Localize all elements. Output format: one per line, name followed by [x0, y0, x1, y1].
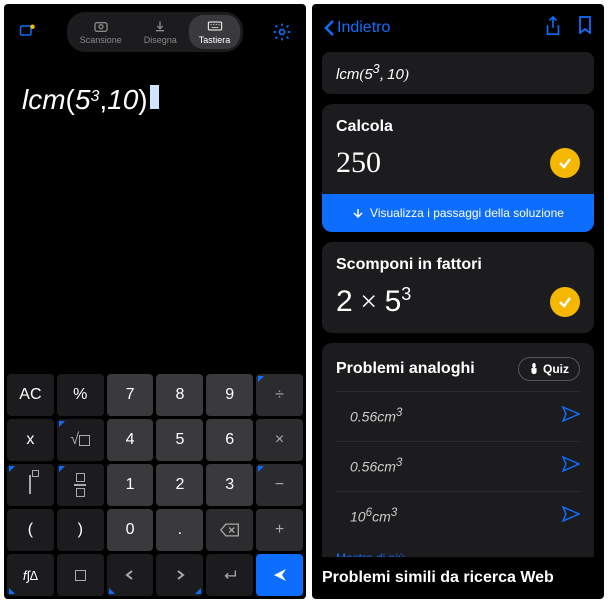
key-minus[interactable]: −	[256, 464, 303, 506]
key-7[interactable]: 7	[107, 374, 154, 416]
mode-tabs: Scansione Disegna Tastiera	[67, 12, 244, 52]
verified-badge[interactable]	[550, 148, 580, 178]
key-blank[interactable]	[57, 554, 104, 596]
key-right[interactable]	[156, 554, 203, 596]
nav-bar: Indietro	[312, 4, 604, 52]
tab-draw[interactable]: Disegna	[134, 15, 187, 49]
calcola-card: Calcola 250 Visualizza i passaggi della …	[322, 104, 594, 232]
content: lcm(53, 10) Calcola 250 Visualizza i pas…	[312, 52, 604, 557]
scomponi-card: Scomponi in fattori 2 × 53	[322, 242, 594, 333]
calcola-title: Calcola	[336, 118, 580, 136]
cursor	[150, 85, 159, 109]
keypad: AC % 7 8 9 ÷ x √ 4 5 6 × 1 2 3 − ( ) 0 .…	[4, 371, 306, 599]
problem-row-3[interactable]: 106cm3	[336, 491, 580, 541]
tab-keyboard[interactable]: Tastiera	[189, 15, 241, 49]
back-label: Indietro	[337, 19, 390, 37]
expr-func: lcm	[22, 84, 66, 116]
key-plus[interactable]: +	[256, 509, 303, 551]
settings-icon[interactable]	[272, 22, 292, 42]
key-submit[interactable]	[256, 554, 303, 596]
key-dot[interactable]: .	[156, 509, 203, 551]
tab-draw-label: Disegna	[144, 35, 177, 45]
steps-label: Visualizza i passaggi della soluzione	[370, 206, 564, 220]
verified-badge-2[interactable]	[550, 287, 580, 317]
key-1[interactable]: 1	[107, 464, 154, 506]
top-bar: Scansione Disegna Tastiera	[4, 4, 306, 60]
expression-input[interactable]: lcm(53, 10)	[4, 60, 306, 371]
result-screen: Indietro lcm(53, 10) Calcola 250 Visuali…	[312, 4, 604, 599]
key-power[interactable]	[7, 464, 54, 506]
key-5[interactable]: 5	[156, 419, 203, 461]
tab-scan-label: Scansione	[80, 35, 122, 45]
calcola-result: 250	[336, 146, 381, 180]
expression-display: lcm(53, 10)	[322, 52, 594, 94]
show-steps-button[interactable]: Visualizza i passaggi della soluzione	[322, 194, 594, 232]
key-8[interactable]: 8	[156, 374, 203, 416]
key-9[interactable]: 9	[206, 374, 253, 416]
quiz-label: Quiz	[543, 362, 569, 376]
share-icon[interactable]	[544, 16, 562, 41]
send-icon[interactable]	[562, 406, 580, 427]
bookmark-icon[interactable]	[578, 16, 592, 41]
key-3[interactable]: 3	[206, 464, 253, 506]
key-enter[interactable]	[206, 554, 253, 596]
key-4[interactable]: 4	[107, 419, 154, 461]
key-percent[interactable]: %	[57, 374, 104, 416]
scomponi-title: Scomponi in fattori	[336, 256, 580, 274]
quiz-button[interactable]: Quiz	[518, 357, 580, 381]
key-sqrt[interactable]: √	[57, 419, 104, 461]
key-x[interactable]: x	[7, 419, 54, 461]
web-results-title: Problemi simili da ricerca Web	[312, 557, 604, 599]
expr-arg1-base: 5	[75, 84, 91, 116]
send-icon[interactable]	[562, 506, 580, 527]
problem-row-2[interactable]: 0.56cm3	[336, 441, 580, 491]
key-multiply[interactable]: ×	[256, 419, 303, 461]
expr-arg2: 10	[107, 84, 138, 116]
show-more-link[interactable]: Mostra di più	[336, 541, 580, 557]
similar-card: Problemi analoghi Quiz 0.56cm3 0.56cm3 1…	[322, 343, 594, 557]
send-icon[interactable]	[562, 456, 580, 477]
key-0[interactable]: 0	[107, 509, 154, 551]
key-left[interactable]	[107, 554, 154, 596]
key-backspace[interactable]	[206, 509, 253, 551]
similar-title: Problemi analoghi	[336, 360, 475, 378]
expr-arg1-exp: 3	[90, 88, 99, 106]
key-lparen[interactable]: (	[7, 509, 54, 551]
input-screen: Scansione Disegna Tastiera lcm(53, 10) A…	[4, 4, 306, 599]
key-rparen[interactable]: )	[57, 509, 104, 551]
key-divide[interactable]: ÷	[256, 374, 303, 416]
tab-scan[interactable]: Scansione	[70, 15, 132, 49]
history-icon[interactable]	[18, 22, 38, 42]
key-6[interactable]: 6	[206, 419, 253, 461]
key-fraction[interactable]	[57, 464, 104, 506]
back-button[interactable]: Indietro	[324, 19, 390, 37]
problem-row-1[interactable]: 0.56cm3	[336, 391, 580, 441]
key-2[interactable]: 2	[156, 464, 203, 506]
key-ac[interactable]: AC	[7, 374, 54, 416]
key-functions[interactable]: f∫∆	[7, 554, 54, 596]
scomponi-result: 2 × 53	[336, 284, 411, 319]
tab-keyboard-label: Tastiera	[199, 35, 231, 45]
